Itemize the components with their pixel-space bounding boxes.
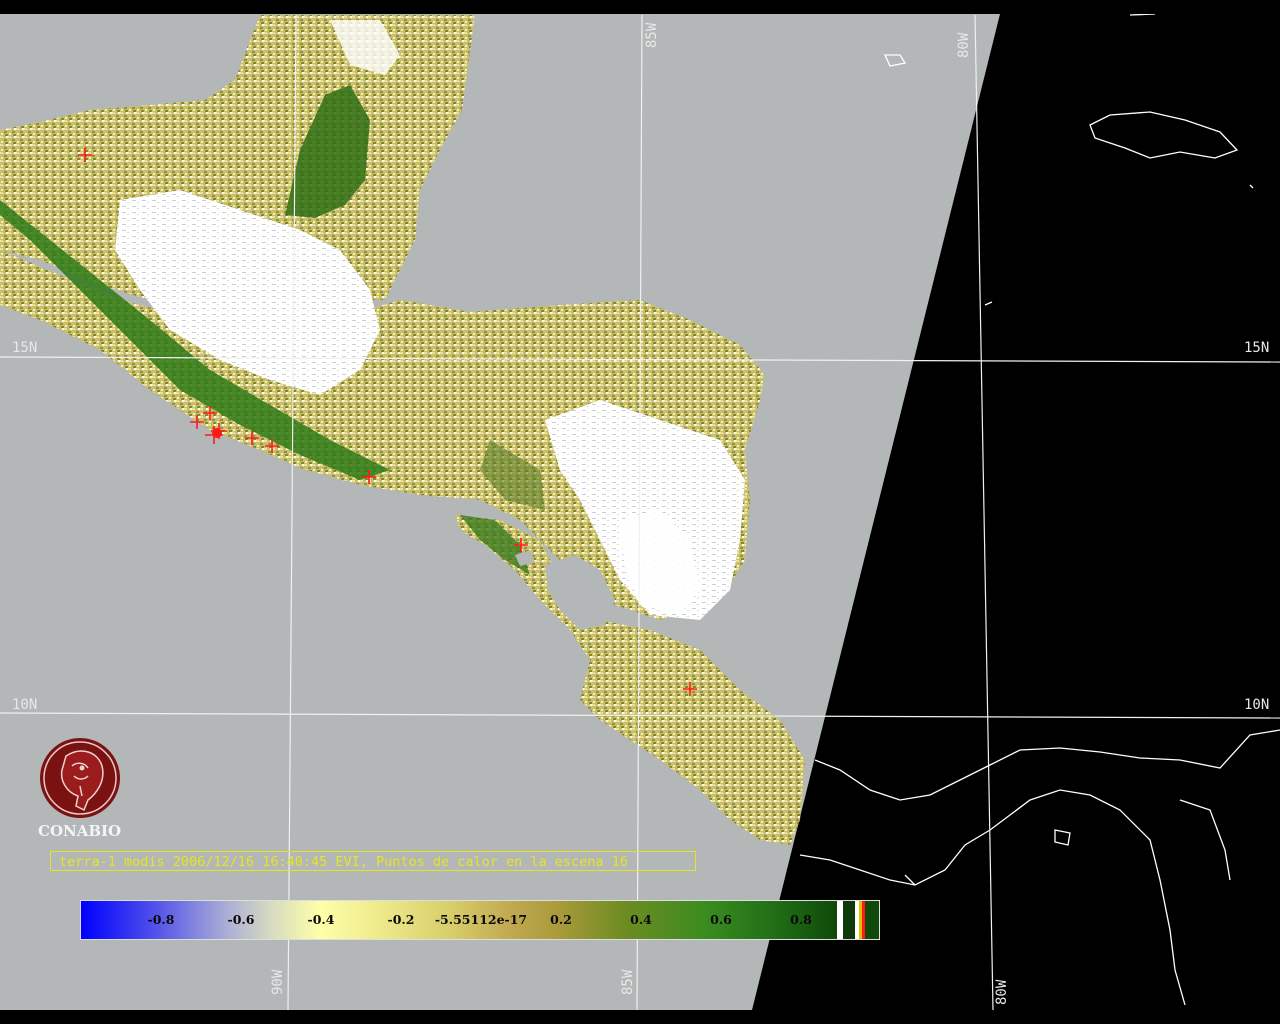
colorbar-tick-label: -0.8: [147, 912, 175, 927]
colorbar-tick-label: 0.8: [790, 912, 812, 927]
satellite-map: 15N 15N 10N 10N 85W 80W 90W 85W 80W CONA…: [0, 0, 1280, 1024]
grid-label-80w-bottom: 80W: [994, 979, 1010, 1005]
grid-label-85w-bottom: 85W: [620, 969, 636, 995]
grid-label-90w-bottom: 90W: [270, 969, 286, 995]
colorbar-tick-label: -0.2: [387, 912, 415, 927]
colorbar-tick-label: 0.4: [630, 912, 652, 927]
colorbar-tick-label: -5.55112e-17: [434, 912, 528, 927]
grid-label-80w-top: 80W: [956, 32, 972, 58]
colorbar-swatch-end: [865, 901, 879, 939]
frame-bottom: [0, 1010, 1280, 1024]
colorbar-tick-label: -0.4: [307, 912, 335, 927]
colorbar-tick-label: 0.2: [550, 912, 572, 927]
colorbar-tick-label: -0.6: [227, 912, 255, 927]
logo-text: CONABIO: [38, 822, 122, 840]
conabio-macaw-seal-icon: [40, 738, 120, 818]
colorbar-tick-label: 0.6: [710, 912, 732, 927]
grid-label-10n-right: 10N: [1244, 697, 1270, 713]
frame-top: [0, 0, 1280, 14]
grid-label-10n-left: 10N: [12, 697, 38, 713]
image-caption: terra-1 modis 2006/12/16 16:40:45 EVI, P…: [50, 851, 696, 871]
hotspot-cluster: [212, 428, 222, 438]
grid-label-15n-left: 15N: [12, 340, 38, 356]
evi-colorbar: -0.8 -0.6 -0.4 -0.2 -5.55112e-17 0.2 0.4 0.6 0.8: [80, 900, 880, 940]
colorbar-swatch-dark: [843, 901, 855, 939]
grid-label-15n-right: 15N: [1244, 340, 1270, 356]
grid-label-85w-top: 85W: [644, 22, 660, 48]
